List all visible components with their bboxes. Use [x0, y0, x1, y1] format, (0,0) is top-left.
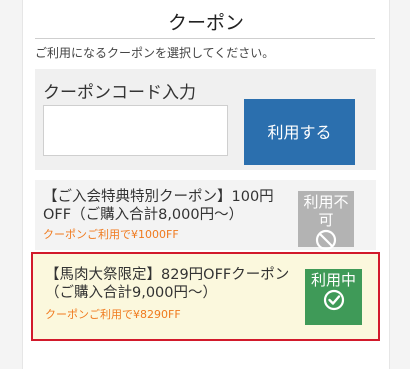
coupon-code-section: クーポンコード入力 利用する	[35, 69, 376, 170]
apply-coupon-button-label: 利用する	[267, 122, 332, 142]
instruction-text: ご利用になるクーポンを選択してください。	[35, 46, 275, 60]
check-circle-icon	[323, 289, 344, 311]
page-title: クーポン	[167, 12, 244, 34]
coupon-discount-note: クーポンご利用で¥1000FF	[43, 228, 179, 241]
coupon-name: 【馬肉大祭限定】829円OFFクーポン（ご購入合計9,000円〜）	[45, 267, 290, 301]
apply-coupon-button[interactable]: 利用する	[244, 99, 355, 165]
coupon-status-label: 利用不可	[303, 193, 349, 229]
coupon-status-label: 利用中	[310, 271, 356, 289]
coupon-code-label: クーポンコード入力	[43, 83, 196, 103]
coupon-item-welcome[interactable]: 【ご入会特典特別クーポン】100円OFF（ご購入合計8,000円〜） クーポンご…	[35, 180, 376, 251]
coupon-name: 【ご入会特典特別クーポン】100円OFF（ご購入合計8,000円〜）	[43, 189, 274, 223]
coupon-item-horse-meat-festival[interactable]: 【馬肉大祭限定】829円OFFクーポン（ご購入合計9,000円〜） クーポンご利…	[31, 252, 380, 341]
coupon-status-active[interactable]: 利用中	[305, 269, 362, 325]
prohibited-icon	[315, 229, 337, 251]
title-divider	[35, 38, 375, 39]
coupon-discount-note: クーポンご利用で¥8290FF	[45, 308, 181, 321]
coupon-code-input[interactable]	[43, 105, 228, 156]
coupon-status-unavailable: 利用不可	[298, 191, 354, 251]
coupon-panel: クーポン ご利用になるクーポンを選択してください。 クーポンコード入力 利用する…	[22, 0, 390, 369]
